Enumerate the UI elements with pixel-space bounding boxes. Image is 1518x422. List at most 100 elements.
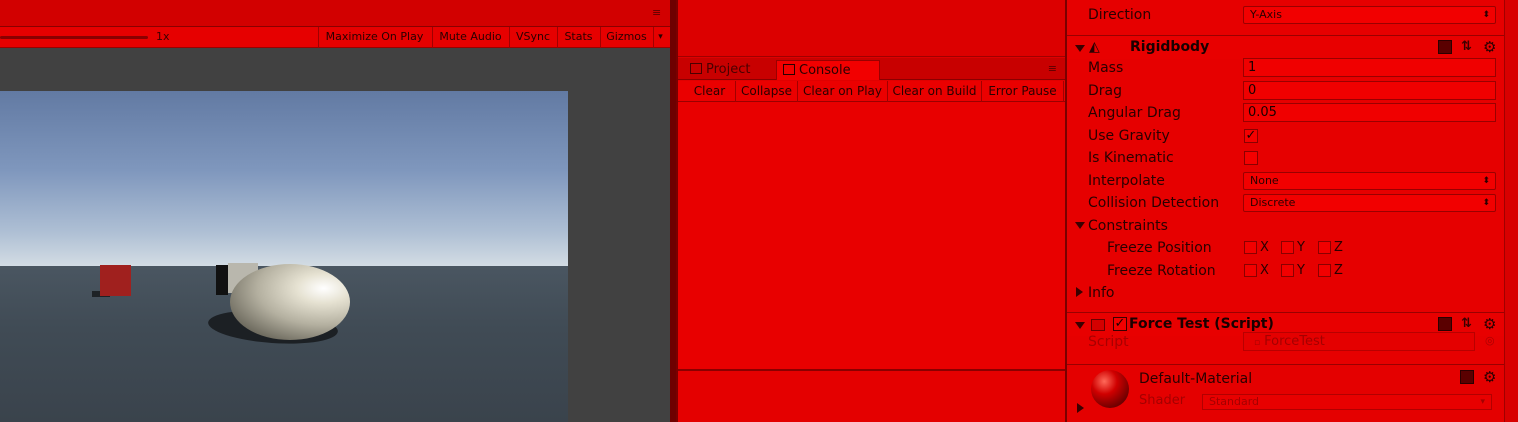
shader-value: Standard: [1209, 395, 1260, 408]
freeze-rotation-x-checkbox[interactable]: [1244, 264, 1257, 277]
interpolate-dropdown[interactable]: None ⬍: [1243, 172, 1496, 190]
info-row[interactable]: Info: [1067, 282, 1504, 304]
clear-on-play-button[interactable]: Clear on Play: [798, 81, 888, 102]
interpolate-label: Interpolate: [1088, 173, 1165, 189]
mass-row: Mass 1: [1067, 57, 1504, 79]
enabled-checkbox[interactable]: ✓: [1113, 317, 1127, 331]
axis-label: Z: [1334, 240, 1343, 255]
error-pause-button[interactable]: Error Pause: [982, 81, 1064, 102]
foldout-open-icon[interactable]: [1075, 45, 1085, 52]
collision-detection-dropdown[interactable]: Discrete ⬍: [1243, 194, 1496, 212]
is-kinematic-checkbox[interactable]: [1244, 151, 1258, 165]
freeze-position-y-checkbox[interactable]: [1281, 241, 1294, 254]
interpolate-row: Interpolate None ⬍: [1067, 170, 1504, 192]
freeze-position-z-checkbox[interactable]: [1318, 241, 1331, 254]
angular-drag-field[interactable]: 0.05: [1243, 103, 1496, 122]
gear-icon[interactable]: ⚙: [1483, 317, 1497, 332]
axis-label: Z: [1334, 263, 1343, 278]
stats-button[interactable]: Stats: [557, 27, 599, 48]
inspector-scrollbar[interactable]: [1504, 0, 1518, 422]
panel-menu-icon[interactable]: ≡: [652, 7, 666, 18]
console-log-list[interactable]: [678, 102, 1065, 369]
tab-console[interactable]: Console: [776, 60, 880, 80]
help-book-icon[interactable]: [1460, 370, 1474, 384]
preset-icon[interactable]: ⇅: [1461, 317, 1475, 331]
gear-icon[interactable]: ⚙: [1483, 370, 1497, 385]
preset-icon[interactable]: ⇅: [1461, 40, 1475, 54]
mute-audio-button[interactable]: Mute Audio: [432, 27, 508, 48]
use-gravity-row: Use Gravity ✓: [1067, 125, 1504, 147]
script-icon: [1091, 319, 1105, 331]
freeze-rotation-row: Freeze Rotation X Y Z: [1067, 260, 1504, 282]
console-detail-area: [678, 371, 1065, 422]
dropdown-arrow-icon: ⬍: [1482, 176, 1490, 186]
material-section: Default-Material Shader Standard ▾ ⚙: [1067, 364, 1504, 422]
panel-menu-icon[interactable]: ≡: [1048, 62, 1057, 75]
maximize-on-play-button[interactable]: Maximize On Play: [318, 27, 430, 48]
time-scale-slider[interactable]: [0, 36, 148, 39]
material-preview-sphere: [1091, 370, 1129, 408]
mass-field[interactable]: 1: [1243, 58, 1496, 77]
dropdown-arrow-icon: ⬍: [1482, 10, 1490, 20]
freeze-position-row: Freeze Position X Y Z: [1067, 237, 1504, 259]
drag-field[interactable]: 0: [1243, 81, 1496, 100]
script-file-icon: ▫: [1254, 338, 1261, 348]
dropdown-arrow-icon: ▾: [1480, 397, 1485, 407]
foldout-open-icon[interactable]: [1075, 322, 1085, 329]
foldout-open-icon[interactable]: [1075, 222, 1085, 229]
object-picker-icon: ◎: [1485, 334, 1495, 347]
drag-row: Drag 0: [1067, 80, 1504, 102]
console-panel: Project Console ≡ Clear Collapse Clear o…: [676, 0, 1067, 422]
axis-label: X: [1260, 263, 1269, 278]
axis-label: Y: [1297, 240, 1305, 255]
collision-detection-label: Collision Detection: [1088, 195, 1220, 211]
gear-icon[interactable]: ⚙: [1483, 40, 1497, 55]
freeze-position-x-checkbox[interactable]: [1244, 241, 1257, 254]
freeze-rotation-label: Freeze Rotation: [1107, 263, 1216, 279]
mass-label: Mass: [1088, 60, 1124, 76]
tab-console-label: Console: [799, 63, 851, 78]
direction-dropdown[interactable]: Y-Axis ⬍: [1243, 6, 1496, 24]
use-gravity-checkbox[interactable]: ✓: [1244, 129, 1258, 143]
help-book-icon[interactable]: [1438, 40, 1452, 54]
red-cube: [100, 265, 131, 296]
vsync-button[interactable]: VSync: [509, 27, 556, 48]
freeze-rotation-z-checkbox[interactable]: [1318, 264, 1331, 277]
rigidbody-header[interactable]: ◭ Rigidbody ⇅ ⚙: [1067, 35, 1504, 59]
clear-button[interactable]: Clear: [684, 81, 736, 102]
material-name: Default-Material: [1139, 371, 1253, 387]
foldout-closed-icon[interactable]: [1076, 287, 1083, 297]
axis-label: X: [1260, 240, 1269, 255]
checkmark-icon: ✓: [1245, 128, 1257, 143]
rigidbody-title: Rigidbody: [1130, 39, 1210, 55]
foldout-closed-icon[interactable]: [1077, 403, 1084, 413]
direction-row: Direction Y-Axis ⬍: [1067, 4, 1504, 26]
skybox: [0, 91, 568, 267]
angular-drag-label: Angular Drag: [1088, 105, 1181, 121]
gizmos-button[interactable]: Gizmos: [600, 27, 652, 48]
script-row: Script ▫ ForceTest ◎: [1067, 331, 1504, 353]
direction-value: Y-Axis: [1250, 8, 1282, 21]
constraints-row[interactable]: Constraints: [1067, 215, 1504, 237]
shader-dropdown: Standard ▾: [1202, 394, 1492, 410]
dropdown-arrow-icon: ⬍: [1482, 198, 1490, 208]
constraints-label: Constraints: [1088, 218, 1168, 234]
freeze-rotation-y-checkbox[interactable]: [1281, 264, 1294, 277]
console-toolbar: Clear Collapse Clear on Play Clear on Bu…: [678, 81, 1065, 102]
direction-label: Direction: [1088, 7, 1152, 23]
rigidbody-icon: ◭: [1089, 39, 1100, 55]
axis-label: Y: [1297, 263, 1305, 278]
clear-on-build-button[interactable]: Clear on Build: [888, 81, 982, 102]
gizmos-dropdown-icon[interactable]: ▾: [653, 27, 667, 48]
collapse-button[interactable]: Collapse: [736, 81, 798, 102]
help-book-icon[interactable]: [1438, 317, 1452, 331]
game-view: ≡ 1x Maximize On Play Mute Audio VSync S…: [0, 0, 676, 422]
folder-icon: [690, 63, 702, 74]
shader-label: Shader: [1139, 393, 1186, 408]
script-field: ▫ ForceTest: [1243, 332, 1475, 351]
script-value: ForceTest: [1264, 334, 1325, 349]
use-gravity-label: Use Gravity: [1088, 128, 1170, 144]
collision-detection-value: Discrete: [1250, 196, 1296, 209]
game-render: [0, 91, 568, 422]
tab-project[interactable]: Project: [684, 60, 776, 80]
